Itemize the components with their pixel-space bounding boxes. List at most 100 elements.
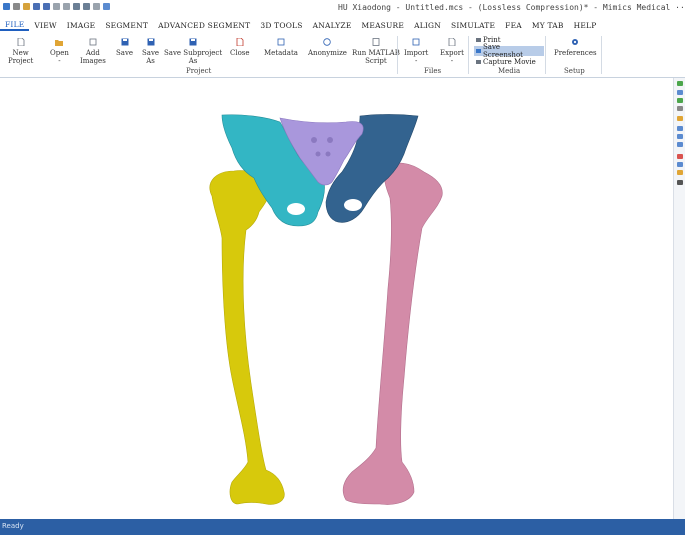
tool-strip-icon[interactable]	[677, 126, 683, 131]
menu-my-tab[interactable]: MY TAB	[527, 21, 569, 30]
window-title: HU Xiaodong - Untitled.mcs - (Lossless C…	[338, 3, 685, 12]
save-icon	[121, 38, 129, 46]
tool-strip-icon[interactable]	[677, 134, 683, 139]
import-button[interactable]: Import -	[404, 38, 428, 65]
export-icon	[448, 38, 456, 46]
import-label: Import -	[404, 49, 429, 65]
capture-movie-button[interactable]: Capture Movie	[474, 57, 538, 67]
tool-strip-icon[interactable]	[677, 180, 683, 185]
save-as-icon	[147, 38, 155, 46]
save-subproject-icon	[189, 38, 197, 46]
status-text: Ready	[2, 522, 24, 530]
menu-simulate[interactable]: SIMULATE	[446, 21, 500, 30]
new-project-label: New Project	[8, 49, 34, 65]
run-matlab-script-label: Run MATLAB Script	[352, 49, 400, 65]
save-label: Save	[116, 49, 134, 57]
folder-icon	[55, 40, 64, 46]
new-project-button[interactable]: New Project	[8, 38, 33, 65]
bone-model-view[interactable]	[0, 78, 673, 519]
menu-measure[interactable]: MEASURE	[357, 21, 410, 30]
project-group-label: Project	[186, 67, 212, 75]
save-button[interactable]: Save	[116, 38, 133, 57]
qa-print-icon[interactable]	[73, 3, 80, 10]
menu-3d-tools[interactable]: 3D TOOLS	[255, 21, 307, 30]
sacral-foramen	[311, 137, 317, 143]
gear-icon	[572, 39, 579, 45]
tool-strip-icon[interactable]	[677, 142, 683, 147]
close-file-icon	[236, 38, 244, 46]
3d-viewport[interactable]	[0, 78, 673, 519]
sacral-foramen	[315, 151, 321, 157]
tool-strip-icon[interactable]	[677, 81, 683, 86]
menu-help[interactable]: HELP	[569, 21, 602, 30]
right-tool-strip	[673, 78, 685, 519]
qa-arrow-icon[interactable]	[93, 3, 100, 10]
tool-strip-icon[interactable]	[677, 98, 683, 103]
metadata-button[interactable]: Metadata	[264, 38, 298, 57]
screenshot-icon	[476, 49, 481, 53]
save-screenshot-button[interactable]: Save Screenshot	[474, 43, 544, 59]
title-bar: HU Xiaodong - Untitled.mcs - (Lossless C…	[0, 0, 685, 18]
tool-strip-icon[interactable]	[677, 162, 683, 167]
anonymize-button[interactable]: Anonymize	[308, 38, 347, 57]
qa-save-icon[interactable]	[33, 3, 40, 10]
tool-strip-icon[interactable]	[677, 90, 683, 95]
ribbon-divider	[601, 36, 602, 74]
qa-new-icon[interactable]	[13, 3, 20, 10]
quick-access-toolbar	[3, 3, 110, 10]
qa-open-icon[interactable]	[23, 3, 30, 10]
qa-undo-icon[interactable]	[53, 3, 60, 10]
qa-custom-icon[interactable]	[103, 3, 110, 10]
sacral-foramen	[327, 137, 333, 143]
ribbon-divider	[397, 36, 398, 74]
menu-advanced-segment[interactable]: ADVANCED SEGMENT	[153, 21, 255, 30]
ribbon-divider	[545, 36, 546, 74]
movie-icon	[476, 60, 481, 64]
setup-group-label: Setup	[564, 67, 585, 75]
qa-redo-icon[interactable]	[63, 3, 70, 10]
add-images-label: Add Images	[80, 49, 106, 65]
media-group-label: Media	[498, 67, 521, 75]
ribbon-divider	[468, 36, 469, 74]
menu-segment[interactable]: SEGMENT	[100, 21, 153, 30]
tool-strip-icon[interactable]	[677, 170, 683, 175]
import-icon	[412, 38, 420, 46]
menu-analyze[interactable]: ANALYZE	[308, 21, 357, 30]
qa-camera-icon[interactable]	[83, 3, 90, 10]
export-label: Export -	[440, 49, 464, 65]
capture-movie-label: Capture Movie	[483, 58, 536, 66]
left-femur-model[interactable]	[209, 170, 285, 505]
anonymize-icon	[323, 38, 332, 46]
run-matlab-script-button[interactable]: Run MATLAB Script	[352, 38, 400, 65]
add-images-button[interactable]: Add Images	[80, 38, 106, 65]
menu-image[interactable]: IMAGE	[62, 21, 101, 30]
tool-strip-icon[interactable]	[677, 106, 683, 111]
menu-align[interactable]: ALIGN	[409, 21, 446, 30]
metadata-label: Metadata	[264, 49, 298, 57]
tool-strip-icon[interactable]	[677, 116, 683, 121]
new-file-icon	[17, 38, 25, 46]
menu-file[interactable]: FILE	[0, 20, 30, 31]
anonymize-label: Anonymize	[308, 49, 347, 57]
tool-strip-icon[interactable]	[677, 154, 683, 159]
save-as-button[interactable]: Save As	[142, 38, 159, 65]
left-obturator-foramen	[287, 203, 305, 215]
app-logo-icon	[3, 3, 10, 10]
script-icon	[372, 38, 380, 46]
export-button[interactable]: Export -	[440, 38, 464, 65]
metadata-icon	[277, 38, 285, 46]
save-subproject-as-label: Save Subproject As	[164, 49, 223, 65]
menu-fea[interactable]: FEA	[500, 21, 527, 30]
save-subproject-as-button[interactable]: Save Subproject As	[164, 38, 222, 65]
save-as-label: Save As	[142, 49, 160, 65]
preferences-button[interactable]: Preferences	[554, 38, 597, 57]
preferences-label: Preferences	[554, 49, 597, 57]
status-bar: Ready	[0, 519, 685, 535]
qa-save-as-icon[interactable]	[43, 3, 50, 10]
menu-view[interactable]: VIEW	[29, 21, 61, 30]
close-button[interactable]: Close	[230, 38, 250, 57]
right-obturator-foramen	[344, 199, 362, 211]
open-label: Open -	[50, 49, 69, 65]
files-group-label: Files	[424, 67, 442, 75]
open-button[interactable]: Open -	[50, 38, 69, 65]
